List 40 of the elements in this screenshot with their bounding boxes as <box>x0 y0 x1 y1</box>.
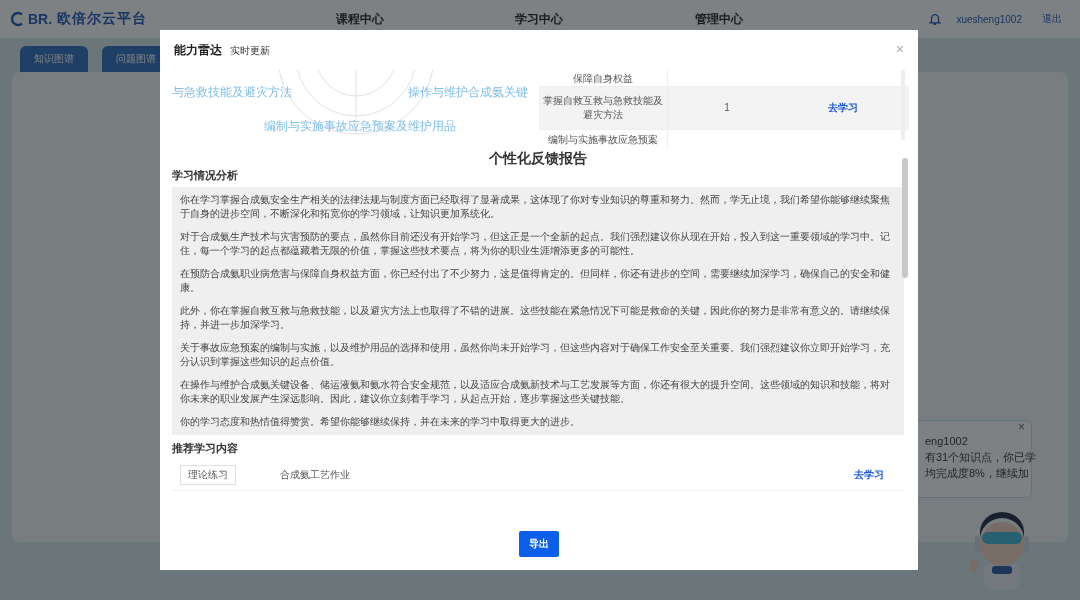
table-cell: 1 <box>724 101 730 115</box>
bubble-text: 有31个知识点，你已学 <box>925 450 1037 465</box>
scrollbar[interactable] <box>902 158 908 278</box>
radar-label: 操作与维护合成氨关键 <box>408 84 528 101</box>
course-name: 合成氨工艺作业 <box>280 468 351 482</box>
analysis-paragraph: 你的学习态度和热情值得赞赏。希望你能够继续保持，并在未来的学习中取得更大的进步。 <box>180 415 581 429</box>
radar-label: 与急救技能及避灾方法 <box>172 84 292 101</box>
analysis-paragraph: 在操作与维护合成氨关键设备、储运液氨和氨水符合安全规范，以及适应合成氨新技术与工艺发展等方面，你还有很大的提升空间。这些领域的知识和技能，将对你未来的职业发展产生深远影响。因此，建议你立刻着手学习，从起点开始，逐步掌握这些关键技能。 <box>180 378 891 406</box>
nav-link[interactable]: 课程中心 <box>335 10 384 28</box>
study-link[interactable]: 去学习 <box>828 101 858 115</box>
bell-icon[interactable] <box>928 12 943 26</box>
radar-label: 编制与实施事故应急预案及维护用品 <box>264 118 456 135</box>
analysis-paragraph: 你在学习掌握合成氨安全生产相关的法律法规与制度方面已经取得了显著成果，这体现了你对专业知识的尊重和努力。然而，学无止境，我们希望你能够继续聚焦于自身的进步空间，不断深化和拓宽你的学习领域，让知识更加系统化。 <box>180 193 891 221</box>
analysis-paragraph: 关于事故应急预案的编制与实施，以及维护用品的选择和使用，虽然你尚未开始学习，但这些内容对于确保工作安全至关重要。我们强烈建议你立即开始学习，充分认识到掌握这些知识的起点价值。 <box>180 341 891 369</box>
tab[interactable]: 知识图谱 <box>20 46 88 72</box>
analysis-paragraph: 对于合成氨生产技术与灾害预防的要点，虽然你目前还没有开始学习，但这正是一个全新的起点。我们强烈建议你从现在开始，投入到这一重要领域的学习中。记住，每一个学习的起点都蕴藏着无限的价值，掌握这些技术要点，将为你的职业生涯增添更多的可能性。 <box>180 230 891 258</box>
table-cell: 掌握自救互救与急救技能及避灾方法 <box>543 94 663 122</box>
logo-text: BR. <box>28 11 53 27</box>
category-tag: 理论练习 <box>180 465 236 485</box>
bubble-text: eng1002 <box>925 434 968 449</box>
study-link[interactable]: 去学习 <box>854 468 884 482</box>
analysis-paragraph: 在预防合成氨职业病危害与保障自身权益方面，你已经付出了不少努力，这是值得肯定的。但同样，你还有进步的空间，需要继续加深学习，确保自己的安全和健康。 <box>180 267 891 295</box>
close-button[interactable]: × <box>1014 421 1029 433</box>
dialog-subtitle: 实时更新 <box>230 44 270 58</box>
bubble-text: 均完成度8%，继续加 <box>925 466 1029 481</box>
export-button[interactable]: 导出 <box>519 531 559 557</box>
site-name: 欧倍尔云平台 <box>57 10 148 28</box>
dialog-title: 能力雷达 <box>174 41 222 59</box>
section-heading: 推荐学习内容 <box>172 441 239 456</box>
analysis-paragraph: 此外，你在掌握自救互救与急救技能，以及避灾方法上也取得了不错的进展。这些技能在紧急情况下可能是救命的关键，因此你的努力是非常有意义的。请继续保持，并进一步加深学习。 <box>180 304 891 332</box>
close-button[interactable]: × <box>889 40 910 58</box>
nav-link[interactable]: 学习中心 <box>515 10 564 28</box>
nav-link[interactable]: 管理中心 <box>694 10 743 28</box>
username: xuesheng1002 <box>956 13 1022 25</box>
section-heading: 学习情况分析 <box>172 168 239 183</box>
logout-link[interactable]: 退出 <box>1042 12 1062 26</box>
report-title: 个性化反馈报告 <box>488 150 588 168</box>
logo-icon <box>10 11 26 27</box>
table-cell: 保障自身权益 <box>573 72 633 86</box>
table-cell: 编制与实施事故应急预案 <box>548 133 658 147</box>
